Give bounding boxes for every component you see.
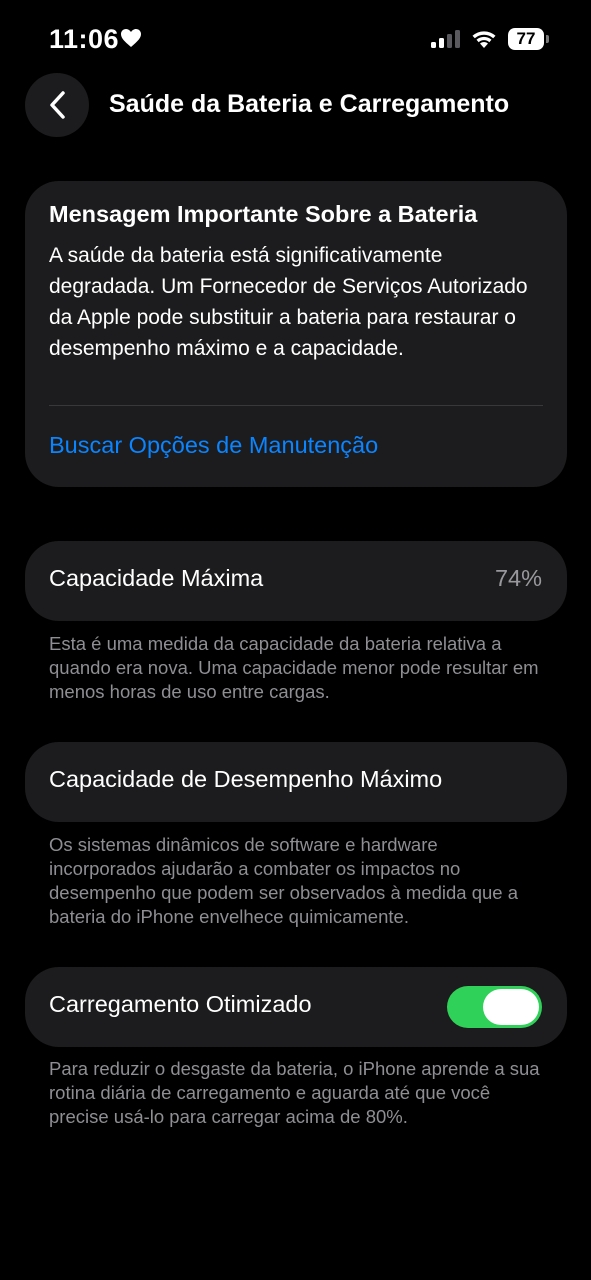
peak-performance-row: Capacidade de Desempenho Máximo (25, 742, 567, 822)
page-title: Saúde da Bateria e Carregamento (109, 90, 510, 118)
optimized-charging-toggle[interactable] (447, 986, 542, 1028)
heart-icon (120, 28, 142, 53)
optimized-charging-row: Carregamento Otimizado (25, 967, 567, 1047)
message-title: Mensagem Importante Sobre a Bateria (49, 201, 478, 227)
peak-performance-label: Capacidade de Desempenho Máximo (49, 766, 443, 792)
max-capacity-value: 74% (494, 565, 542, 591)
wifi-icon (470, 27, 498, 54)
max-capacity-row: Capacidade Máxima 74% (25, 541, 567, 621)
toggle-knob (483, 989, 539, 1025)
back-button[interactable] (25, 73, 89, 137)
peak-performance-footnote: Os sistemas dinâmicos de software e hard… (49, 834, 518, 927)
max-capacity-footnote: Esta é uma medida da capacidade da bater… (49, 633, 539, 702)
battery-level: 77 (508, 28, 544, 50)
status-bar: 11:06 77 (0, 0, 591, 80)
service-options-link[interactable]: Buscar Opções de Manutenção (49, 432, 378, 459)
chevron-left-icon (50, 91, 65, 119)
navigation-bar: Saúde da Bateria e Carregamento (0, 70, 591, 140)
optimized-charging-footnote: Para reduzir o desgaste da bateria, o iP… (49, 1058, 540, 1127)
battery-message-card: Mensagem Importante Sobre a Bateria A sa… (25, 181, 567, 487)
optimized-charging-label: Carregamento Otimizado (49, 991, 312, 1017)
status-time: 11:06 (49, 24, 120, 54)
max-capacity-label: Capacidade Máxima (49, 565, 264, 591)
cellular-signal-icon (431, 30, 461, 53)
battery-icon: 77 (508, 28, 550, 50)
divider (49, 405, 543, 406)
message-body: A saúde da bateria está significativamen… (49, 244, 528, 360)
